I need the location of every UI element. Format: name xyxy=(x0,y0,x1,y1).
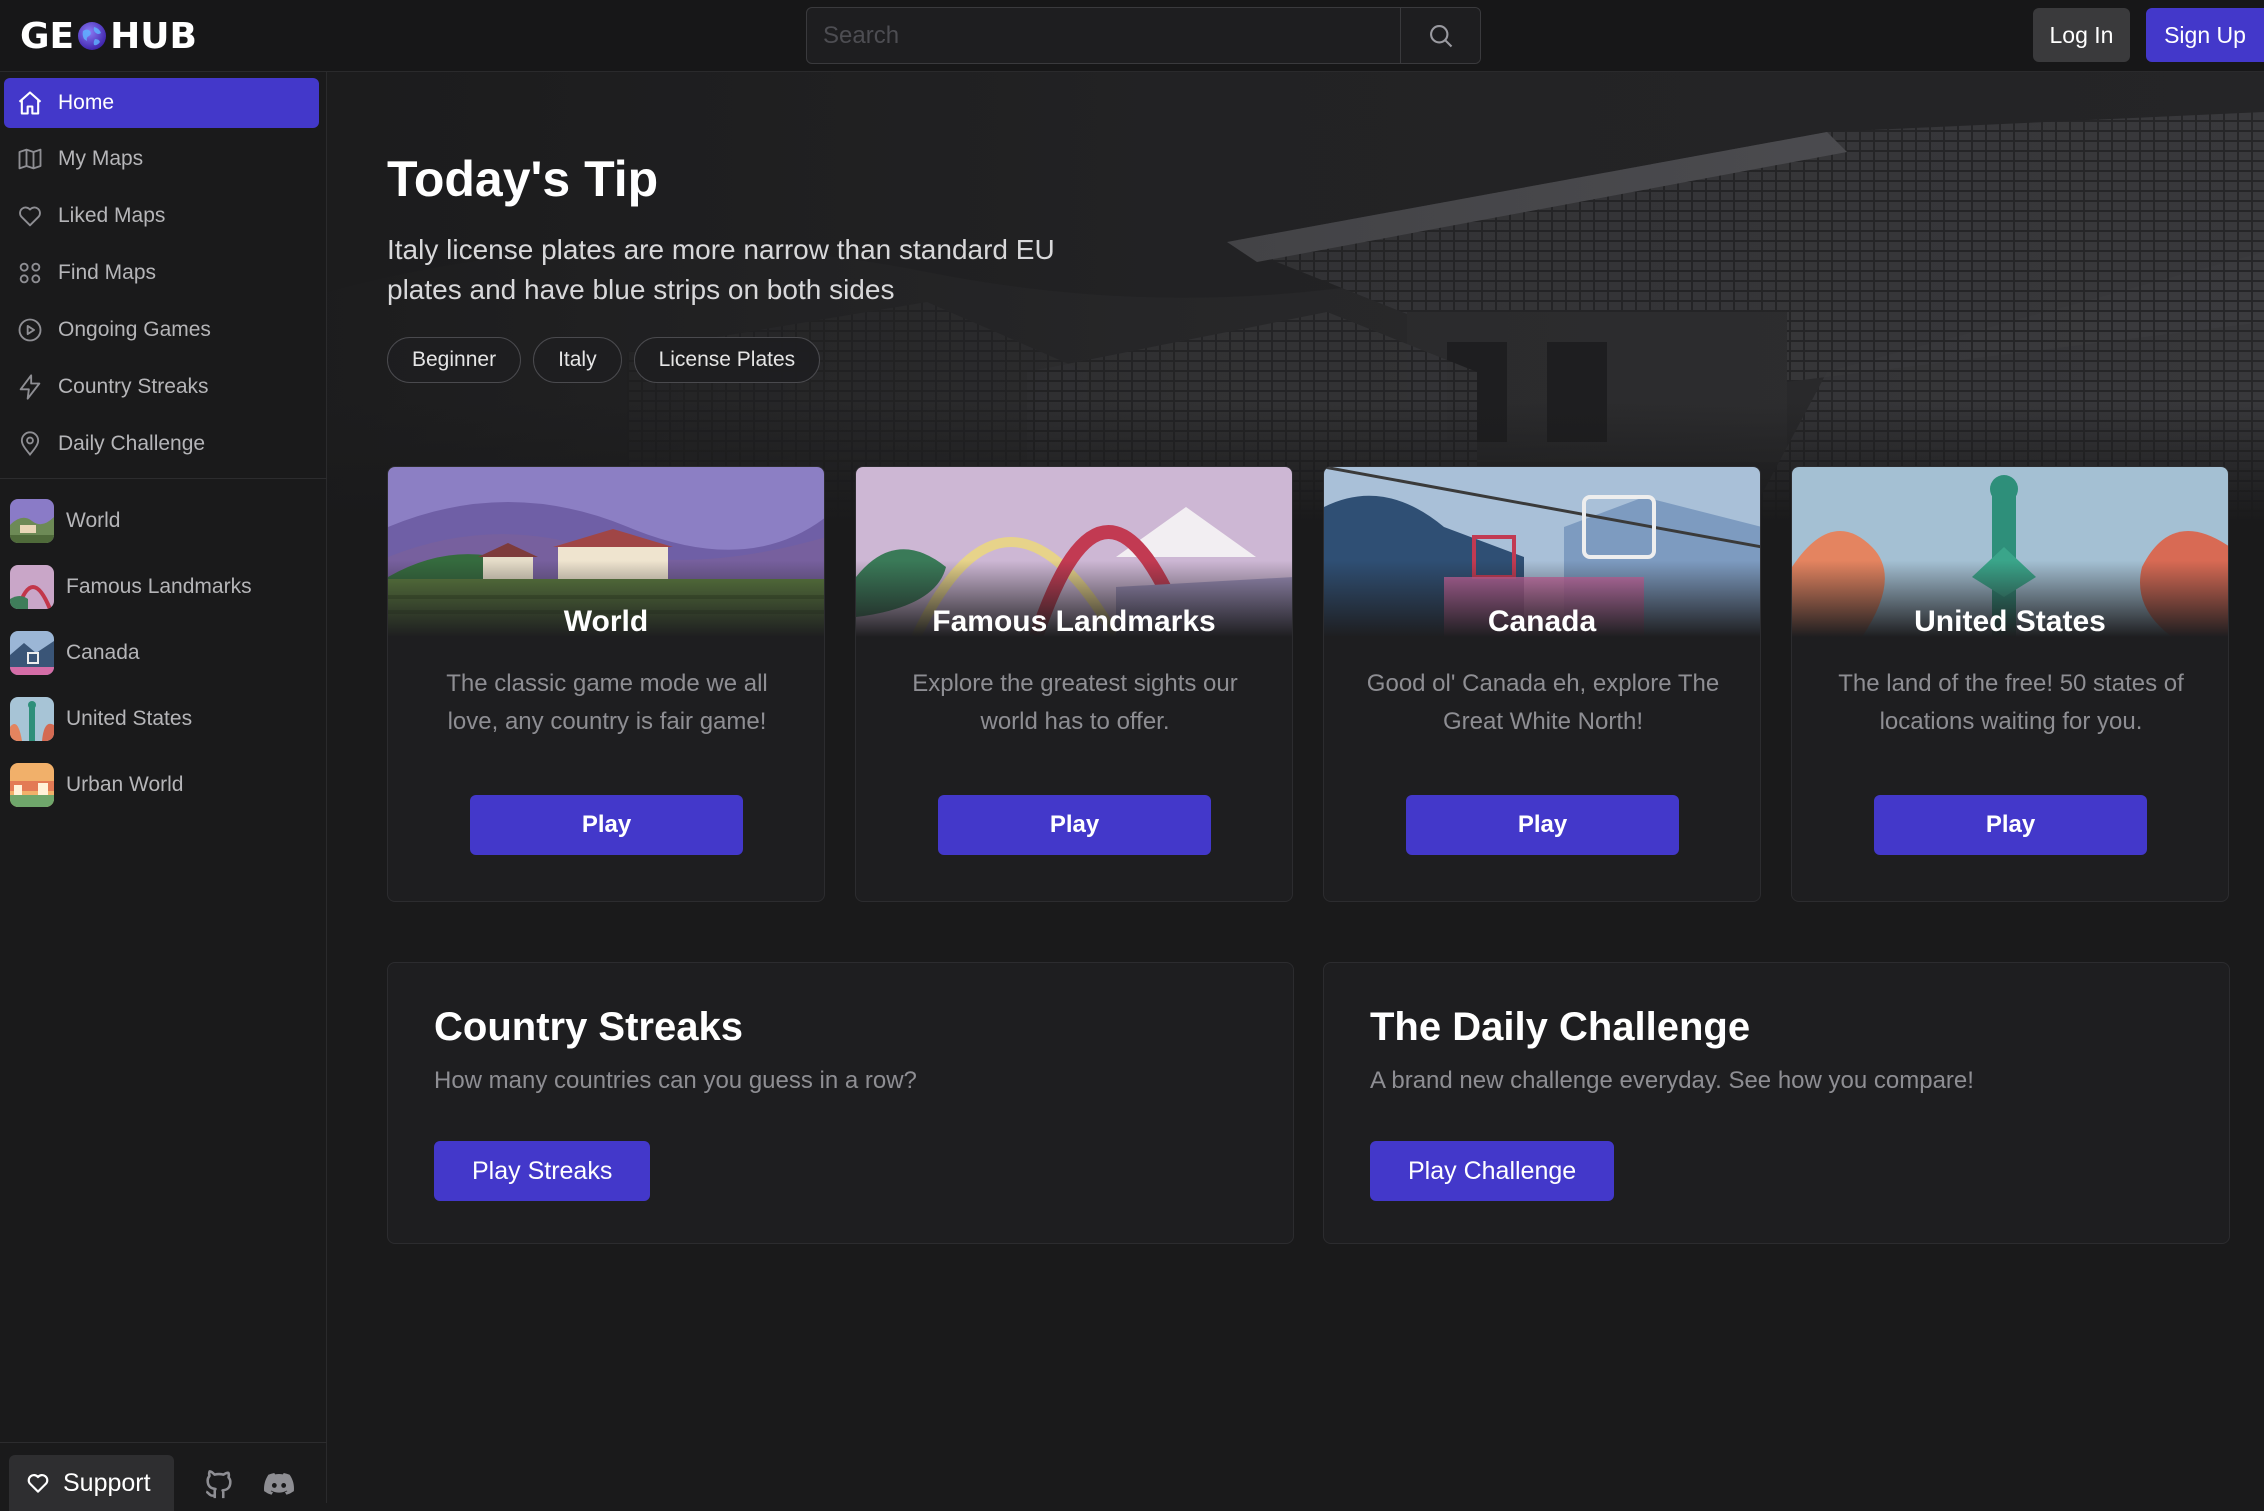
map-icon xyxy=(18,148,42,170)
sidebar-item-find-maps[interactable]: Find Maps xyxy=(4,248,319,298)
heart-icon xyxy=(19,206,41,227)
tip-text: Italy license plates are more narrow tha… xyxy=(387,234,1055,305)
play-united-states-button[interactable]: Play xyxy=(1874,795,2147,855)
sidebar-footer: Support xyxy=(0,1442,327,1511)
game-card-world: World The classic game mode we all love,… xyxy=(387,466,825,902)
sidebar-map-united-states[interactable]: United States xyxy=(10,694,320,744)
card-description: The land of the free! 50 states of locat… xyxy=(1838,670,2184,735)
sidebar-map-canada[interactable]: Canada xyxy=(10,628,320,678)
map-thumbnail xyxy=(10,499,54,543)
card-description: Explore the greatest sights our world ha… xyxy=(912,670,1238,735)
card-title: The Daily Challenge xyxy=(1370,1005,1751,1049)
sidebar-map-label: Canada xyxy=(66,641,140,664)
logo-text-right: HUB xyxy=(110,15,197,57)
grid-icon xyxy=(19,262,41,284)
country-streaks-card: Country Streaks How many countries can y… xyxy=(387,962,1294,1244)
sidebar-map-world[interactable]: World xyxy=(10,496,320,546)
sidebar-map-label: Urban World xyxy=(66,773,184,796)
sidebar-item-ongoing-games[interactable]: Ongoing Games xyxy=(4,305,319,355)
search-input[interactable] xyxy=(807,8,1400,63)
map-thumbnail xyxy=(10,763,54,807)
sidebar-item-label: Liked Maps xyxy=(58,204,166,227)
heart-icon xyxy=(27,1474,49,1493)
lightning-icon xyxy=(19,374,41,400)
search-button[interactable] xyxy=(1400,8,1480,63)
signup-button[interactable]: Sign Up xyxy=(2146,8,2264,62)
globe-icon xyxy=(78,22,107,50)
card-subtitle: A brand new challenge everyday. See how … xyxy=(1370,1067,1974,1094)
daily-challenge-card: The Daily Challenge A brand new challeng… xyxy=(1323,962,2230,1244)
sidebar-item-label: Home xyxy=(58,91,115,114)
play-world-button[interactable]: Play xyxy=(470,795,743,855)
sidebar-map-urban-world[interactable]: Urban World xyxy=(10,760,320,810)
sidebar: Home My Maps Liked Maps Find Maps Ongoin… xyxy=(0,72,327,1511)
sidebar-item-label: Daily Challenge xyxy=(58,432,206,455)
card-title: United States xyxy=(1914,605,2106,638)
tip-tag-italy[interactable]: Italy xyxy=(533,337,622,383)
sidebar-divider xyxy=(0,478,327,479)
search-bar xyxy=(806,7,1481,64)
card-title: World xyxy=(563,605,649,638)
card-title: Canada xyxy=(1487,605,1597,638)
location-pin-icon xyxy=(20,431,40,456)
support-label: Support xyxy=(63,1468,151,1497)
tip-tag-beginner[interactable]: Beginner xyxy=(387,337,522,383)
game-card-canada: Canada Good ol' Canada eh, explore The G… xyxy=(1323,466,1761,902)
card-title: Famous Landmarks xyxy=(932,605,1216,638)
game-card-famous-landmarks: Famous Landmarks Explore the greatest si… xyxy=(855,466,1293,902)
play-challenge-button[interactable]: Play Challenge xyxy=(1370,1141,1615,1201)
card-description: The classic game mode we all love, any c… xyxy=(446,670,768,735)
geohub-logo[interactable]: GE HUB xyxy=(20,14,197,58)
sidebar-map-label: United States xyxy=(66,707,193,730)
login-button[interactable]: Log In xyxy=(2033,8,2130,62)
game-card-united-states: United States The land of the free! 50 s… xyxy=(1791,466,2229,902)
sidebar-item-label: Find Maps xyxy=(58,261,157,284)
sidebar-map-famous-landmarks[interactable]: Famous Landmarks xyxy=(10,562,320,612)
sidebar-item-home[interactable]: Home xyxy=(4,78,319,128)
play-circle-icon xyxy=(18,318,42,342)
tip-tags: Beginner Italy License Plates xyxy=(387,337,821,383)
map-thumbnail xyxy=(10,697,54,741)
tip-title: Today's Tip xyxy=(387,151,659,207)
sidebar-item-label: Country Streaks xyxy=(58,375,209,398)
card-title: Country Streaks xyxy=(434,1005,743,1049)
top-navbar: GE HUB Log In Sign Up xyxy=(0,0,2264,72)
sidebar-map-label: Famous Landmarks xyxy=(66,575,252,598)
play-streaks-button[interactable]: Play Streaks xyxy=(434,1141,651,1201)
sidebar-map-label: World xyxy=(66,509,121,532)
tip-tag-license-plates[interactable]: License Plates xyxy=(633,337,821,383)
card-description: Good ol' Canada eh, explore The Great Wh… xyxy=(1366,670,1720,735)
sidebar-item-label: Ongoing Games xyxy=(58,318,211,341)
github-icon[interactable] xyxy=(202,1467,236,1501)
home-icon xyxy=(18,91,42,115)
map-thumbnail xyxy=(10,631,54,675)
play-canada-button[interactable]: Play xyxy=(1406,795,1679,855)
search-icon xyxy=(1429,24,1452,47)
map-thumbnail xyxy=(10,565,54,609)
sidebar-item-country-streaks[interactable]: Country Streaks xyxy=(4,362,319,412)
sidebar-item-daily-challenge[interactable]: Daily Challenge xyxy=(4,419,319,469)
logo-text-left: GE xyxy=(20,15,75,57)
sidebar-item-liked-maps[interactable]: Liked Maps xyxy=(4,191,319,241)
card-subtitle: How many countries can you guess in a ro… xyxy=(434,1067,917,1094)
sidebar-item-label: My Maps xyxy=(58,147,144,170)
sidebar-item-my-maps[interactable]: My Maps xyxy=(4,134,319,184)
play-famous-landmarks-button[interactable]: Play xyxy=(938,795,1211,855)
main-content: Today's Tip Italy license plates are mor… xyxy=(327,72,2264,1503)
discord-icon[interactable] xyxy=(262,1467,296,1501)
